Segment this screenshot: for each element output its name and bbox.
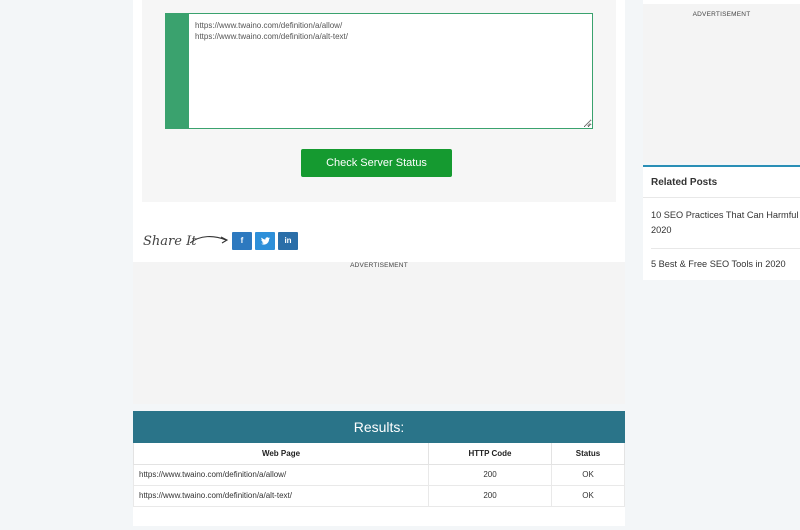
divider (651, 248, 800, 249)
related-post-title-line: 5 Best & Free SEO Tools in 2020 (651, 259, 786, 269)
url-list-textarea[interactable] (189, 14, 592, 128)
related-post-link[interactable]: 10 SEO Practices That Can Harmful Y 2020 (643, 208, 800, 238)
results-title: Results: (133, 411, 625, 443)
related-posts-widget: Related Posts 10 SEO Practices That Can … (643, 165, 800, 280)
check-server-status-button[interactable]: Check Server Status (301, 149, 452, 177)
main-content: Check Server Status Share It f in (133, 0, 625, 262)
related-post-title-line: 2020 (651, 225, 672, 235)
advertisement-main: ADVERTISEMENT (133, 262, 625, 404)
arrow-icon (189, 236, 229, 244)
results-table: Web Page HTTP Code Status https://www.tw… (133, 443, 625, 507)
row-status: OK (551, 463, 625, 486)
twitter-share-button[interactable] (255, 232, 275, 250)
table-row: https://www.twaino.com/definition/a/allo… (133, 463, 625, 486)
resize-grip-icon[interactable] (584, 120, 591, 127)
row-http-code: 200 (428, 484, 552, 507)
twitter-icon (260, 237, 270, 245)
row-url: https://www.twaino.com/definition/a/alt-… (133, 484, 429, 507)
url-input-gutter (166, 14, 189, 128)
advertisement-label: ADVERTISEMENT (350, 262, 408, 269)
linkedin-share-button[interactable]: in (278, 232, 298, 250)
column-status: Status (551, 443, 625, 465)
facebook-share-button[interactable]: f (232, 232, 252, 250)
facebook-icon: f (240, 236, 244, 245)
column-http-code: HTTP Code (428, 443, 552, 465)
row-http-code: 200 (428, 463, 552, 486)
related-posts-title: Related Posts (643, 167, 800, 198)
row-status: OK (551, 484, 625, 507)
column-web-page: Web Page (133, 443, 429, 465)
sidebar-advertisement-label: ADVERTISEMENT (692, 11, 751, 18)
results-panel: Results: Web Page HTTP Code Status https… (133, 411, 625, 526)
table-row: https://www.twaino.com/definition/a/alt-… (133, 484, 625, 507)
linkedin-icon: in (284, 236, 292, 245)
url-input-wrapper (165, 13, 593, 129)
results-header-row: Web Page HTTP Code Status (133, 443, 625, 465)
related-post-link[interactable]: 5 Best & Free SEO Tools in 2020 (643, 257, 800, 272)
advertisement-sidebar: ADVERTISEMENT (643, 4, 800, 162)
related-post-title-line: 10 SEO Practices That Can Harmful Y (651, 210, 800, 220)
server-status-tool: Check Server Status (142, 0, 616, 202)
row-url: https://www.twaino.com/definition/a/allo… (133, 463, 429, 486)
